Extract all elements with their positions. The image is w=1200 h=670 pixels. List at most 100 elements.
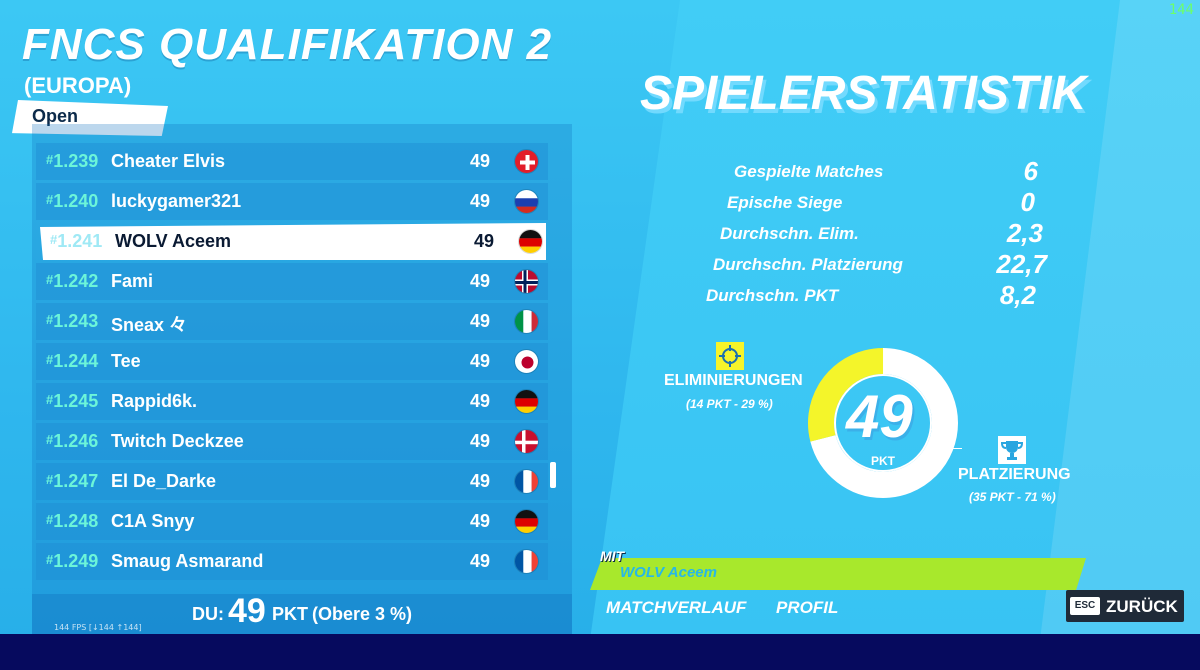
germany-flag-icon (518, 229, 543, 254)
stat-label: Gespielte Matches (734, 162, 884, 181)
leaderboard-rank: #1.243 (46, 311, 98, 332)
stat-label: Durchschn. Elim. (720, 224, 859, 243)
your-score-unit: PKT (272, 604, 308, 624)
player-name: luckygamer321 (111, 191, 242, 211)
bottom-bar (0, 634, 1200, 670)
player-name: Fami (111, 271, 154, 291)
fps-readout: 144 FPS [↓144 ↑144] (54, 623, 142, 632)
placement-connector (950, 448, 962, 449)
leaderboard-row[interactable]: #1.242 Fami 49 (36, 263, 548, 300)
leaderboard-rank: #1.248 (46, 511, 98, 532)
rank-number: 1.239 (53, 151, 99, 171)
page-title: FNCS QUALIFIKATION 2 (22, 20, 553, 69)
rank-number: 1.243 (53, 311, 99, 331)
player-points: 49 (470, 471, 491, 491)
norway-flag-icon (514, 269, 539, 294)
leaderboard-row[interactable]: #1.249 Smaug Asmarand 49 (36, 543, 548, 580)
stat-value: 2,3 (1006, 218, 1043, 248)
rank-number: 1.244 (53, 351, 99, 371)
leaderboard-row[interactable]: #1.245 Rappid6k. 49 (36, 383, 548, 420)
with-label: MIT (600, 548, 625, 564)
stat-value: 22,7 (996, 249, 1047, 279)
player-name: WOLV Aceem (115, 231, 232, 251)
esc-key-icon: ESC (1070, 597, 1100, 615)
leaderboard-rank: #1.247 (46, 471, 98, 492)
player-points: 49 (470, 351, 491, 371)
leaderboard-scrollbar[interactable] (550, 462, 556, 488)
player-points: 49 (470, 191, 491, 211)
rank-number: 1.249 (53, 551, 99, 571)
leaderboard-row[interactable]: #1.240 luckygamer321 49 (36, 183, 548, 220)
player-name: Sneax 々 (111, 315, 188, 335)
rank-number: 1.240 (53, 191, 99, 211)
region-subtitle: (EUROPA) (24, 73, 132, 98)
switzerland-flag-icon (514, 149, 539, 174)
leaderboard-row[interactable]: #1.239 Cheater Elvis 49 (36, 143, 548, 180)
stats-title: SPIELERSTATISTIK (640, 67, 1087, 120)
elimination-label: ELIMINIERUNGEN (664, 372, 803, 389)
placement-label: PLATZIERUNG (958, 466, 1071, 483)
france-flag-icon (514, 469, 539, 494)
stat-label: Durchschn. Platzierung (713, 255, 903, 274)
player-points: 49 (470, 271, 491, 291)
tab-match-history[interactable]: MATCHVERLAUF (606, 598, 746, 618)
leaderboard-rank: #1.246 (46, 431, 98, 452)
elimination-detail: (14 PKT - 29 %) (686, 397, 773, 411)
russia-flag-icon (514, 189, 539, 214)
player-points: 49 (470, 511, 491, 531)
leaderboard-rank: #1.245 (46, 391, 98, 412)
germany-flag-icon (514, 389, 539, 414)
your-score-value: 49 (228, 592, 266, 630)
rank-number: 1.242 (53, 271, 99, 291)
rank-number: 1.246 (53, 431, 99, 451)
player-points: 49 (470, 431, 491, 451)
italy-flag-icon (514, 309, 539, 334)
player-name: Cheater Elvis (111, 151, 226, 171)
leaderboard-row[interactable]: #1.248 C1A Snyy 49 (36, 503, 548, 540)
leaderboard-row[interactable]: #1.243 Sneax 々 49 (36, 303, 548, 340)
germany-flag-icon (514, 509, 539, 534)
player-points: 49 (470, 391, 491, 411)
your-score-label: DU: (192, 604, 224, 624)
stat-label: Durchschn. PKT (706, 286, 839, 305)
tab-profile[interactable]: PROFIL (776, 598, 838, 618)
player-name: Rappid6k. (111, 391, 198, 411)
placement-detail: (35 PKT - 71 %) (969, 490, 1056, 504)
leaderboard-rank: #1.239 (46, 151, 98, 172)
leaderboard-row[interactable]: #1.247 El De_Darke 49 (36, 463, 548, 500)
trophy-icon (998, 436, 1026, 464)
stat-label: Epische Siege (727, 193, 843, 212)
player-name: Smaug Asmarand (111, 551, 264, 571)
rank-number: 1.247 (53, 471, 99, 491)
stat-value: 8,2 (999, 280, 1036, 310)
denmark-flag-icon (514, 429, 539, 454)
stat-value: 6 (1023, 156, 1038, 186)
rank-number: 1.248 (53, 511, 99, 531)
player-name: Tee (111, 351, 141, 371)
rank-number: 1.245 (53, 391, 99, 411)
leaderboard-rank: #1.241 (50, 231, 102, 252)
leaderboard-row[interactable]: #1.244 Tee 49 (36, 343, 548, 380)
player-points: 49 (474, 231, 495, 251)
player-points: 49 (470, 151, 491, 171)
leaderboard-row[interactable]: #1.246 Twitch Deckzee 49 (36, 423, 548, 460)
leaderboard-rank: #1.249 (46, 551, 98, 572)
france-flag-icon (514, 549, 539, 574)
team-member-name[interactable]: WOLV Aceem (620, 564, 717, 581)
leaderboard-rank: #1.242 (46, 271, 98, 292)
mode-label: Open (32, 106, 79, 126)
player-name: El De_Darke (111, 471, 217, 491)
leaderboard-rank: #1.244 (46, 351, 98, 372)
player-points: 49 (470, 311, 491, 331)
your-score-percentile: (Obere 3 %) (312, 604, 413, 624)
player-points: 49 (470, 551, 491, 571)
rank-number: 1.241 (57, 231, 103, 251)
crosshair-icon (716, 342, 744, 370)
japan-flag-icon (514, 349, 539, 374)
leaderboard-row-current-player[interactable]: #1.241 WOLV Aceem 49 (40, 223, 546, 260)
player-name: C1A Snyy (111, 511, 195, 531)
fps-counter: 144 (1168, 2, 1194, 18)
leaderboard-rank: #1.240 (46, 191, 98, 212)
donut-total: 49 (846, 383, 913, 450)
back-button-label[interactable]: ZURÜCK (1106, 597, 1178, 617)
